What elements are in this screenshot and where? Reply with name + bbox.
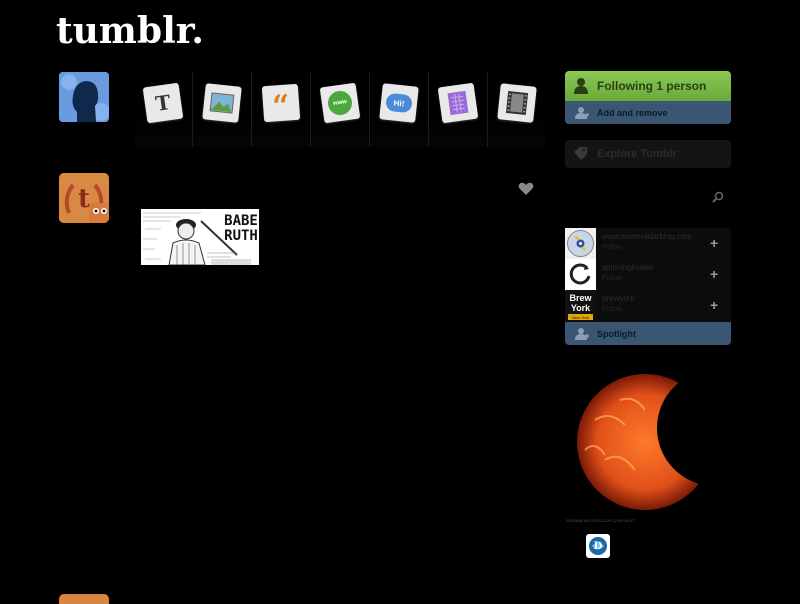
spotlight-label: Spotlight [597,328,636,339]
follow-plus-icon[interactable]: + [710,235,718,251]
spotlight-link[interactable]: Spotlight [565,322,731,345]
add-and-remove-label: Add and remove [597,107,668,118]
tumblr-logo[interactable]: tumblr. [56,10,204,52]
search-icon[interactable] [712,191,724,203]
post-photo-button[interactable] [193,72,252,147]
chat-post-icon: Hi! [379,83,419,123]
like-heart-icon[interactable] [518,182,534,196]
tumblr-laurel-avatar-icon: t [59,173,109,223]
audio-post-icon [437,82,479,124]
post-photo-babe-ruth[interactable]: BABE RUTH [141,209,259,265]
radar-item[interactable]: www.someradarblog.com Follow + [565,228,731,259]
explore-label: Explore Tumblr [597,148,677,160]
next-post-avatar[interactable] [59,594,109,604]
radar-list: www.someradarblog.com Follow + spinningl… [565,228,731,322]
tags-icon [574,147,587,160]
following-label: Following 1 person [597,79,707,93]
following-count-button[interactable]: Following 1 person [565,71,731,101]
svg-text:RUTH: RUTH [224,228,258,244]
post-type-bar: T “ www Hi! [134,72,546,147]
person-icon [574,78,588,94]
post-chat-button[interactable]: Hi! [370,72,429,147]
svg-text:Brew: Brew [569,293,592,303]
post-video-button[interactable] [488,72,546,147]
photo-post-icon [202,83,242,123]
discovery-logo-icon[interactable]: D [586,534,610,558]
loader-thumbnail-icon [565,259,596,290]
radar-item[interactable]: Brew York New York brewyork Follow + [565,290,731,321]
solar-eclipse-image[interactable] [565,370,725,515]
babe-ruth-illustration: BABE RUTH [141,209,259,265]
user-silhouette-icon [59,72,109,122]
follow-plus-icon[interactable]: + [710,297,718,313]
post-quote-button[interactable]: “ [252,72,311,147]
post-audio-button[interactable] [429,72,488,147]
svg-text:t: t [78,184,90,214]
add-person-icon [575,107,589,119]
text-post-icon: T [142,82,184,124]
user-avatar[interactable] [59,72,109,122]
video-post-icon [497,83,537,123]
radar-item[interactable]: spinningloader Follow + [565,259,731,290]
svg-text:New York: New York [572,315,589,320]
follow-plus-icon[interactable]: + [710,266,718,282]
cd-thumbnail-icon [565,228,596,259]
add-and-remove-link[interactable]: Add and remove [565,101,731,124]
sun-image-caption: SDO/AIA 304 2012-02-29 12:00:44 UT [566,518,635,523]
svg-text:BABE: BABE [224,213,258,229]
brew-york-thumbnail-icon: Brew York New York [565,290,596,321]
link-post-icon: www [319,82,361,124]
quote-post-icon: “ [261,83,301,125]
add-person-icon [575,328,589,340]
explore-tumblr-button[interactable]: Explore Tumblr [565,140,731,168]
post-text-button[interactable]: T [134,72,193,147]
post-author-avatar[interactable]: t [59,173,109,223]
post-link-button[interactable]: www [311,72,370,147]
svg-text:D: D [594,541,603,552]
svg-text:York: York [571,303,591,313]
